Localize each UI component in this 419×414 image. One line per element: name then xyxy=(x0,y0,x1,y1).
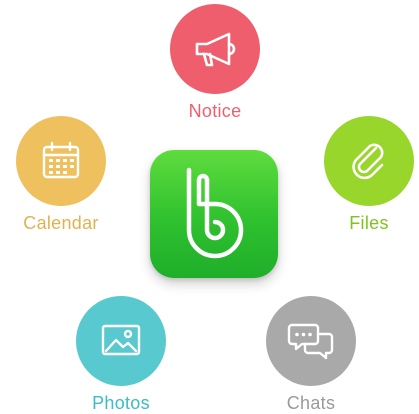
megaphone-icon xyxy=(195,32,236,67)
feature-chats[interactable]: Chats xyxy=(236,296,386,414)
band-app-icon[interactable] xyxy=(150,150,278,278)
files-circle[interactable] xyxy=(324,116,414,206)
feature-notice[interactable]: Notice xyxy=(140,4,290,122)
image-icon xyxy=(101,324,141,356)
notice-label: Notice xyxy=(188,101,242,121)
files-label: Files xyxy=(349,213,389,233)
paperclip-icon xyxy=(352,143,384,180)
calendar-label: Calendar xyxy=(23,213,99,233)
feature-calendar[interactable]: Calendar xyxy=(0,116,136,234)
chat-bubbles-icon xyxy=(287,323,334,360)
notice-circle[interactable] xyxy=(170,4,260,94)
photos-circle[interactable] xyxy=(76,296,166,386)
band-b-logo-icon xyxy=(186,167,244,259)
calendar-circle[interactable] xyxy=(16,116,106,206)
calendar-icon xyxy=(42,141,80,179)
chats-circle[interactable] xyxy=(266,296,356,386)
feature-photos[interactable]: Photos xyxy=(46,296,196,414)
feature-files[interactable]: Files xyxy=(294,116,419,234)
